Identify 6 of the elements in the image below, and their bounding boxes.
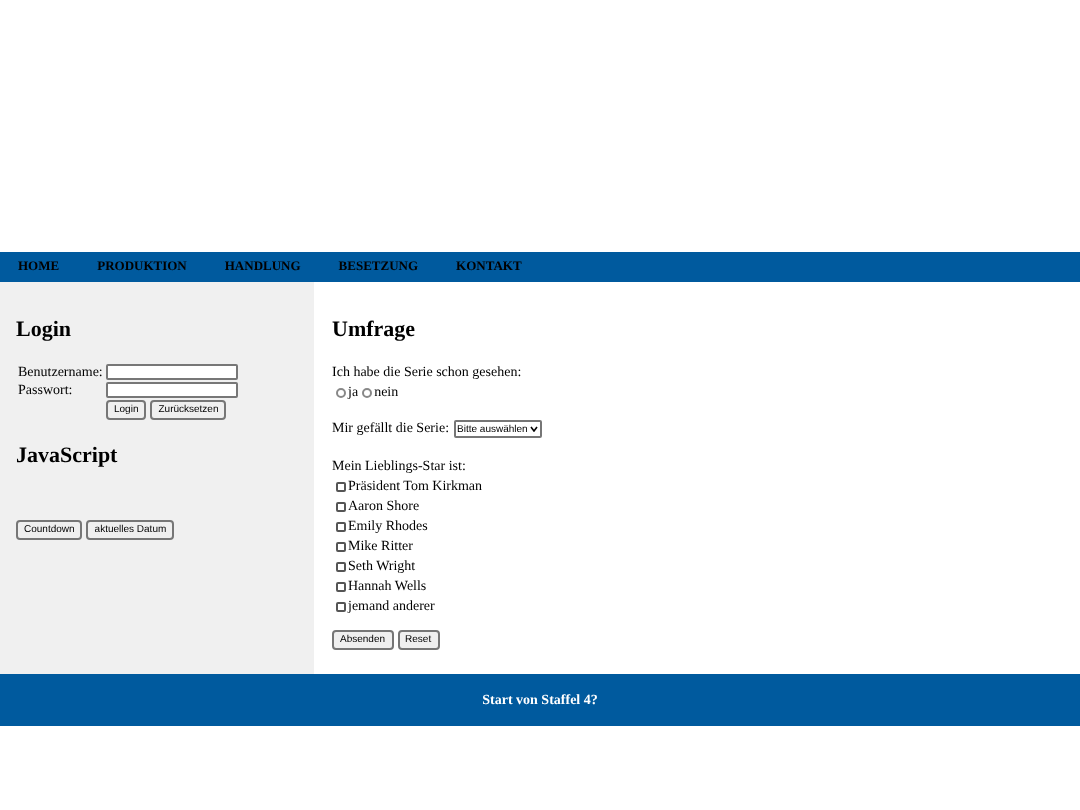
caret-icon: [529, 426, 538, 432]
input-field[interactable]: [106, 382, 238, 398]
section-heading: JavaScript: [16, 444, 118, 468]
section-heading: Login: [16, 318, 72, 342]
input-field[interactable]: [106, 364, 238, 380]
section-heading: Umfrage: [332, 318, 416, 342]
